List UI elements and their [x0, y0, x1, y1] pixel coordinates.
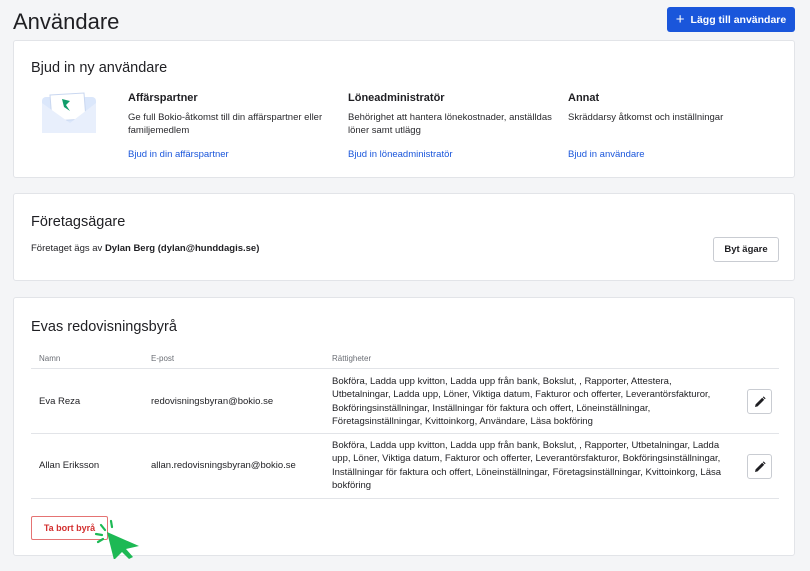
invite-col-partner: Affärspartner Ge full Bokio-åtkomst till…: [128, 92, 338, 162]
invite-other-heading: Annat: [568, 92, 600, 104]
column-header-name: Namn: [39, 354, 61, 363]
change-owner-button[interactable]: Byt ägare: [713, 237, 779, 262]
agency-card: Evas redovisningsbyrå Namn E-post Rättig…: [13, 297, 795, 556]
envelope-illustration-icon: [42, 92, 96, 133]
invite-partner-description: Ge full Bokio-åtkomst till din affärspar…: [128, 112, 323, 136]
owner-info: Företaget ägs av Dylan Berg (dylan@hundd…: [31, 243, 259, 254]
invite-col-other: Annat Skräddarsy åtkomst och inställning…: [568, 92, 778, 162]
column-header-permissions: Rättigheter: [332, 354, 372, 363]
invite-col-payroll: Löneadministratör Behörighet att hantera…: [348, 92, 558, 162]
pencil-icon: [754, 460, 766, 472]
plus-icon: +: [675, 10, 685, 28]
invite-payroll-description: Behörighet att hantera lönekostnader, an…: [348, 112, 552, 136]
user-permissions: Bokföra, Ladda upp kvitton, Ladda upp fr…: [332, 440, 722, 492]
edit-button[interactable]: [747, 454, 772, 479]
table-divider: [31, 433, 779, 434]
user-name: Eva Reza: [39, 396, 81, 407]
table-divider: [31, 368, 779, 369]
invite-payroll-heading: Löneadministratör: [348, 92, 445, 104]
table-divider: [31, 498, 779, 499]
invite-other-link[interactable]: Bjud in användare: [568, 149, 645, 160]
user-email: allan.redovisningsbyran@bokio.se: [151, 460, 296, 471]
agency-title: Evas redovisningsbyrå: [31, 319, 177, 335]
invite-title: Bjud in ny användare: [31, 60, 168, 76]
page-title: Användare: [13, 9, 120, 34]
remove-agency-button[interactable]: Ta bort byrå: [31, 516, 108, 540]
user-email: redovisningsbyran@bokio.se: [151, 396, 274, 407]
add-user-button[interactable]: + Lägg till användare: [667, 7, 795, 32]
owner-card: Företagsägare Företaget ägs av Dylan Ber…: [13, 193, 795, 281]
invite-other-description: Skräddarsy åtkomst och inställningar: [568, 112, 724, 123]
column-header-email: E-post: [151, 354, 175, 363]
invite-card: Bjud in ny användare Affärspartner Ge fu…: [13, 40, 795, 178]
invite-payroll-link[interactable]: Bjud in löneadministratör: [348, 149, 453, 160]
user-permissions: Bokföra, Ladda upp kvitton, Ladda upp fr…: [332, 376, 711, 428]
edit-button[interactable]: [747, 389, 772, 414]
pencil-icon: [754, 395, 766, 407]
owner-title: Företagsägare: [31, 214, 126, 230]
invite-partner-link[interactable]: Bjud in din affärspartner: [128, 149, 229, 160]
user-name: Allan Eriksson: [39, 460, 100, 471]
invite-partner-heading: Affärspartner: [128, 92, 198, 104]
owner-name: Dylan Berg (dylan@hunddagis.se): [104, 243, 260, 254]
add-user-label: Lägg till användare: [690, 13, 787, 26]
owner-prefix: Företaget ägs av: [31, 243, 103, 254]
